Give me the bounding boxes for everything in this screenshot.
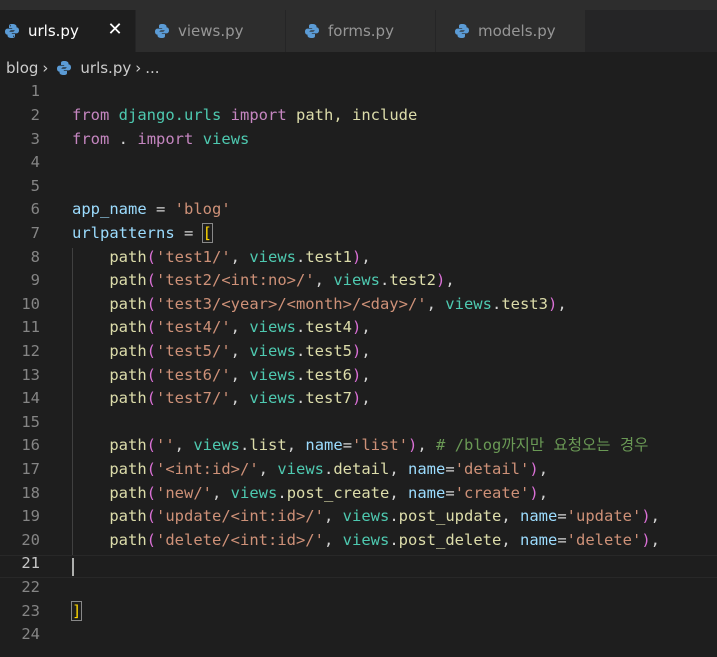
- line-number-label: 21: [21, 554, 40, 573]
- code-line-14[interactable]: path('test7/', views.test7),: [0, 387, 717, 411]
- tab-models-py[interactable]: models.py: [436, 10, 586, 52]
- code-line-8[interactable]: path('test1/', views.test1),: [0, 246, 717, 270]
- line-number-label: 4: [30, 153, 40, 172]
- line-number: 22: [0, 576, 717, 600]
- line-number-label: 22: [21, 578, 40, 596]
- code-line-16[interactable]: path('', views.list, name='list'), # /bl…: [0, 434, 717, 458]
- tab-label: views.py: [178, 22, 244, 40]
- tab-urls-py[interactable]: urls.py ✕: [0, 10, 136, 52]
- python-icon: [155, 24, 169, 38]
- code-line-12[interactable]: path('test5/', views.test5),: [0, 340, 717, 364]
- breadcrumb-more[interactable]: ...: [145, 59, 159, 77]
- line-number-label: 15: [21, 412, 40, 431]
- tab-forms-py[interactable]: forms.py: [286, 10, 436, 52]
- tab-label: forms.py: [328, 22, 394, 40]
- code-line-23[interactable]: ]: [0, 600, 717, 624]
- code-line-11[interactable]: path('test4/', views.test4),: [0, 316, 717, 340]
- code-line-3[interactable]: from . import views: [0, 128, 717, 152]
- python-icon: [57, 61, 72, 75]
- code-line-2[interactable]: from django.urls import path, include: [0, 104, 717, 128]
- line-number-label: 1: [30, 82, 40, 101]
- breadcrumb-file[interactable]: urls.py: [52, 59, 131, 77]
- code-line-6[interactable]: app_name = 'blog': [0, 198, 717, 222]
- code-line-17[interactable]: path('<int:id>/', views.detail, name='de…: [0, 458, 717, 482]
- code-editor[interactable]: 1 2 3 4 5 6 7 8 9 10 11 12 13 14 15 16 17 18 19 20 21 22 23 24 …: [0, 80, 717, 657]
- python-icon: [455, 24, 469, 38]
- code-line-9[interactable]: path('test2/<int:no>/', views.test2),: [0, 269, 717, 293]
- line-number: 24: [0, 623, 717, 647]
- code-line-13[interactable]: path('test6/', views.test6),: [0, 364, 717, 388]
- title-strip: [0, 0, 717, 10]
- tab-label: urls.py: [28, 22, 79, 40]
- line-number-label: 5: [30, 176, 40, 195]
- breadcrumb-folder[interactable]: blog: [6, 59, 38, 77]
- chevron-right-icon: ›: [42, 59, 49, 77]
- line-number: 15: [0, 411, 717, 435]
- line-number: 21: [0, 552, 717, 576]
- tab-bar: urls.py ✕ views.py forms.py models.py: [0, 10, 717, 52]
- close-icon[interactable]: ✕: [105, 20, 125, 40]
- code-line-7[interactable]: urlpatterns = [: [0, 222, 717, 246]
- line-number: 1: [0, 80, 717, 104]
- code-line-10[interactable]: path('test3/<year>/<month>/<day>/', view…: [0, 293, 717, 317]
- tab-label: models.py: [478, 22, 556, 40]
- python-icon: [5, 24, 19, 38]
- code-line-19[interactable]: path('update/<int:id>/', views.post_upda…: [0, 505, 717, 529]
- line-number-label: 24: [21, 625, 40, 644]
- code-line-18[interactable]: path('new/', views.post_create, name='cr…: [0, 482, 717, 506]
- line-number: 4: [0, 151, 717, 175]
- chevron-right-icon: ›: [135, 59, 142, 77]
- breadcrumb-file-label: urls.py: [80, 59, 132, 77]
- line-number: 5: [0, 175, 717, 199]
- code-line-20[interactable]: path('delete/<int:id>/', views.post_dele…: [0, 529, 717, 553]
- tab-views-py[interactable]: views.py: [136, 10, 286, 52]
- python-icon: [305, 24, 319, 38]
